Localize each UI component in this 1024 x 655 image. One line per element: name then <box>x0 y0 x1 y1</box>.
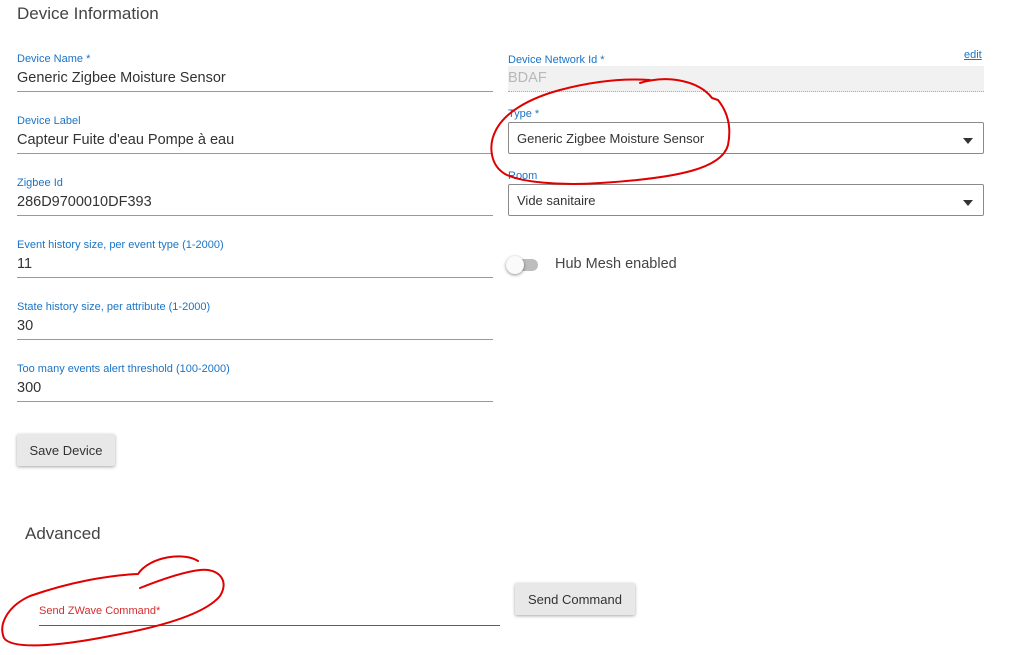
event-history-label: Event history size, per event type (1-20… <box>17 239 224 251</box>
network-id-label: Device Network Id * <box>508 54 605 66</box>
zigbee-id-value[interactable]: 286D9700010DF393 <box>17 194 152 210</box>
hub-mesh-toggle-thumb <box>506 256 524 274</box>
device-name-label: Device Name * <box>17 53 91 65</box>
room-select[interactable]: Vide sanitaire <box>508 184 984 216</box>
state-history-underline <box>17 339 493 340</box>
alert-threshold-field[interactable]: Too many events alert threshold (100-200… <box>17 363 493 403</box>
network-id-field <box>508 66 984 92</box>
device-name-underline <box>17 91 493 92</box>
event-history-field[interactable]: Event history size, per event type (1-20… <box>17 239 493 279</box>
device-name-field[interactable]: Device Name * Generic Zigbee Moisture Se… <box>17 53 493 93</box>
device-label-underline <box>17 153 493 154</box>
device-name-value[interactable]: Generic Zigbee Moisture Sensor <box>17 70 226 86</box>
state-history-field[interactable]: State history size, per attribute (1-200… <box>17 301 493 341</box>
event-history-value[interactable]: 11 <box>17 256 32 272</box>
room-label: Room <box>508 170 538 182</box>
network-id-value: BDAF <box>508 70 547 86</box>
room-select-value: Vide sanitaire <box>517 193 596 208</box>
type-select-value: Generic Zigbee Moisture Sensor <box>517 131 705 146</box>
alert-threshold-value[interactable]: 300 <box>17 380 41 396</box>
send-command-button[interactable]: Send Command <box>515 583 635 615</box>
zigbee-id-label: Zigbee Id <box>17 177 63 189</box>
dropdown-caret-icon <box>963 200 973 206</box>
save-device-button[interactable]: Save Device <box>17 434 115 466</box>
zigbee-id-underline <box>17 215 493 216</box>
device-label-field[interactable]: Device Label Capteur Fuite d'eau Pompe à… <box>17 115 493 155</box>
alert-threshold-underline <box>17 401 493 402</box>
network-id-edit-link[interactable]: edit <box>964 49 982 61</box>
type-label: Type * <box>508 108 540 120</box>
device-label-label: Device Label <box>17 115 81 127</box>
state-history-value[interactable]: 30 <box>17 318 33 334</box>
device-information-title: Device Information <box>17 4 159 23</box>
alert-threshold-label: Too many events alert threshold (100-200… <box>17 363 230 375</box>
zigbee-id-field[interactable]: Zigbee Id 286D9700010DF393 <box>17 177 493 217</box>
zwave-annotation-circle <box>1 555 225 647</box>
event-history-underline <box>17 277 493 278</box>
zwave-command-input[interactable] <box>39 625 500 626</box>
hub-mesh-toggle[interactable] <box>506 255 542 275</box>
state-history-label: State history size, per attribute (1-200… <box>17 301 211 313</box>
type-select[interactable]: Generic Zigbee Moisture Sensor <box>508 122 984 154</box>
zwave-command-label: Send ZWave Command* <box>39 605 161 617</box>
dropdown-caret-icon <box>963 138 973 144</box>
device-label-value[interactable]: Capteur Fuite d'eau Pompe à eau <box>17 132 234 148</box>
hub-mesh-label: Hub Mesh enabled <box>555 256 677 272</box>
advanced-title: Advanced <box>25 524 101 543</box>
